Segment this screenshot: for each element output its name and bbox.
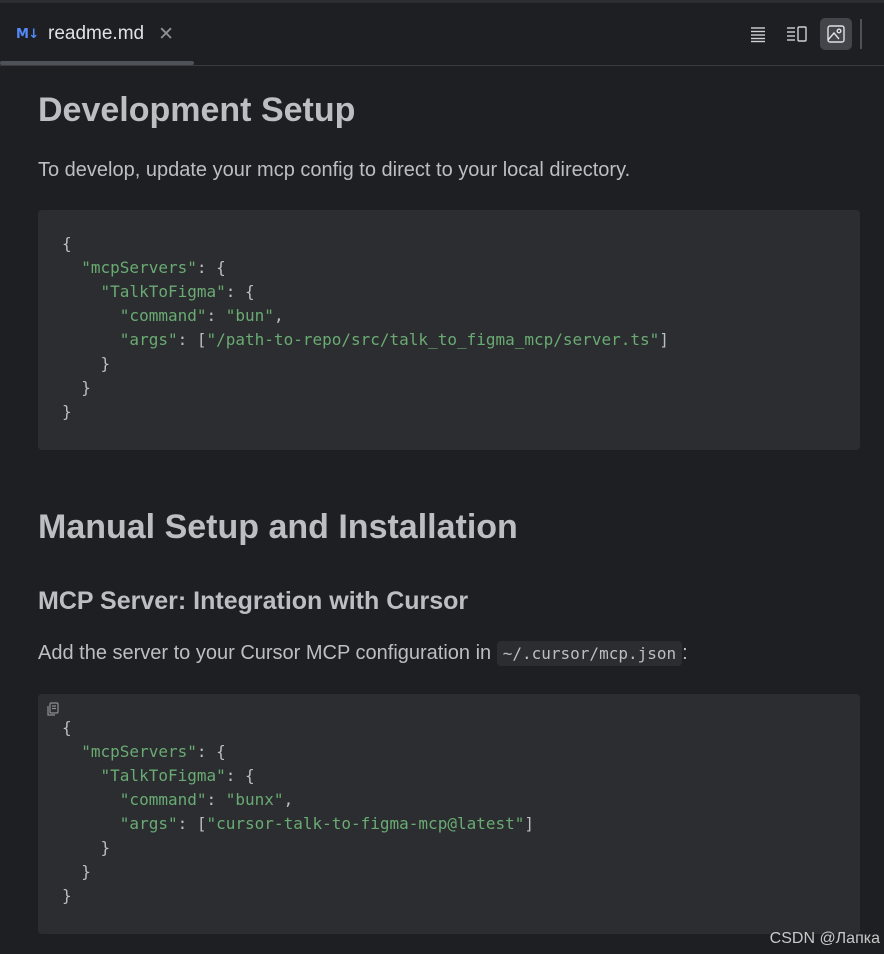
paragraph-add-server: Add the server to your Cursor MCP config… bbox=[38, 640, 688, 667]
code-string: "mcpServers" bbox=[81, 742, 197, 761]
code-punctuation: { bbox=[62, 234, 72, 253]
code-line: "command": "bunx", bbox=[62, 788, 860, 812]
code-punctuation: , bbox=[273, 306, 284, 325]
code-string: "mcpServers" bbox=[81, 258, 197, 277]
code-punctuation: : bbox=[206, 790, 226, 809]
code-line: "TalkToFigma": { bbox=[62, 764, 860, 788]
code-line: "mcpServers": { bbox=[62, 256, 860, 280]
code-punctuation: : [ bbox=[177, 814, 207, 833]
tab-title: readme.md bbox=[48, 23, 145, 44]
code-line: { bbox=[62, 232, 860, 256]
tab-readme[interactable]: M↓ readme.md ✕ bbox=[0, 3, 194, 65]
code-punctuation: { bbox=[62, 718, 72, 737]
code-line: } bbox=[62, 860, 860, 884]
code-content: { "mcpServers": { "TalkToFigma": { "comm… bbox=[62, 232, 860, 424]
code-string: "bun" bbox=[225, 306, 274, 325]
code-string: "args" bbox=[119, 814, 178, 833]
code-punctuation: } bbox=[62, 378, 91, 397]
code-line: { bbox=[62, 716, 860, 740]
copy-icon[interactable] bbox=[46, 702, 60, 716]
code-punctuation: ] bbox=[659, 330, 669, 349]
code-line: "TalkToFigma": { bbox=[62, 280, 860, 304]
code-punctuation: : { bbox=[225, 766, 255, 785]
code-line: } bbox=[62, 352, 860, 376]
code-line: "mcpServers": { bbox=[62, 740, 860, 764]
code-line: } bbox=[62, 836, 860, 860]
editor-only-icon bbox=[751, 27, 765, 43]
code-block-dev-config: { "mcpServers": { "TalkToFigma": { "comm… bbox=[38, 210, 860, 450]
code-punctuation: } bbox=[62, 862, 91, 881]
code-string: "TalkToFigma" bbox=[100, 282, 226, 301]
code-punctuation bbox=[62, 258, 81, 277]
paragraph-text: Add the server to your Cursor MCP config… bbox=[38, 642, 497, 664]
code-line: "command": "bun", bbox=[62, 304, 860, 328]
toolbar-separator bbox=[860, 19, 862, 49]
code-punctuation: : { bbox=[196, 258, 226, 277]
preview-only-button[interactable] bbox=[820, 18, 852, 50]
editor-only-button[interactable] bbox=[742, 18, 774, 50]
code-string: "/path-to-repo/src/talk_to_figma_mcp/ser… bbox=[206, 330, 660, 349]
code-punctuation bbox=[62, 306, 120, 325]
editor-and-preview-icon bbox=[787, 26, 807, 42]
code-punctuation: } bbox=[62, 354, 111, 373]
code-string: "args" bbox=[119, 330, 178, 349]
paragraph-colon: : bbox=[682, 642, 688, 664]
code-punctuation bbox=[62, 790, 120, 809]
code-punctuation: } bbox=[62, 886, 72, 905]
watermark: CSDN @Лапка bbox=[769, 930, 880, 947]
code-punctuation: : [ bbox=[177, 330, 207, 349]
active-tab-indicator bbox=[0, 61, 194, 65]
markdown-file-icon: M↓ bbox=[16, 26, 39, 42]
close-tab-icon[interactable]: ✕ bbox=[158, 23, 174, 46]
code-punctuation bbox=[62, 330, 120, 349]
code-punctuation: : { bbox=[196, 742, 226, 761]
code-string: "command" bbox=[119, 306, 207, 325]
code-string: "cursor-talk-to-figma-mcp@latest" bbox=[206, 814, 525, 833]
heading-development-setup: Development Setup bbox=[38, 91, 356, 129]
inline-code-path: ~/.cursor/mcp.json bbox=[496, 641, 683, 666]
code-block-cursor-config: { "mcpServers": { "TalkToFigma": { "comm… bbox=[38, 694, 860, 934]
code-line: } bbox=[62, 400, 860, 424]
code-line: "args": ["cursor-talk-to-figma-mcp@lates… bbox=[62, 812, 860, 836]
code-line: } bbox=[62, 884, 860, 908]
code-content: { "mcpServers": { "TalkToFigma": { "comm… bbox=[62, 716, 860, 908]
code-punctuation: ] bbox=[524, 814, 535, 833]
code-line: "args": ["/path-to-repo/src/talk_to_figm… bbox=[62, 328, 860, 352]
code-string: "command" bbox=[119, 790, 207, 809]
code-punctuation bbox=[62, 282, 101, 301]
code-punctuation: } bbox=[62, 402, 72, 421]
code-line: } bbox=[62, 376, 860, 400]
editor-tab-bar: M↓ readme.md ✕ bbox=[0, 3, 884, 66]
code-punctuation bbox=[62, 814, 120, 833]
code-string: "bunx" bbox=[225, 790, 284, 809]
code-string: "TalkToFigma" bbox=[100, 766, 226, 785]
code-punctuation: : bbox=[206, 306, 226, 325]
paragraph-develop: To develop, update your mcp config to di… bbox=[38, 159, 631, 181]
heading-manual-setup: Manual Setup and Installation bbox=[38, 508, 518, 546]
code-punctuation: , bbox=[283, 790, 294, 809]
code-punctuation bbox=[62, 742, 81, 761]
heading-mcp-server: MCP Server: Integration with Cursor bbox=[38, 587, 469, 615]
code-punctuation: } bbox=[62, 838, 111, 857]
code-punctuation bbox=[62, 766, 101, 785]
editor-and-preview-button[interactable] bbox=[781, 18, 813, 50]
preview-only-icon bbox=[827, 25, 845, 43]
code-punctuation: : { bbox=[225, 282, 255, 301]
